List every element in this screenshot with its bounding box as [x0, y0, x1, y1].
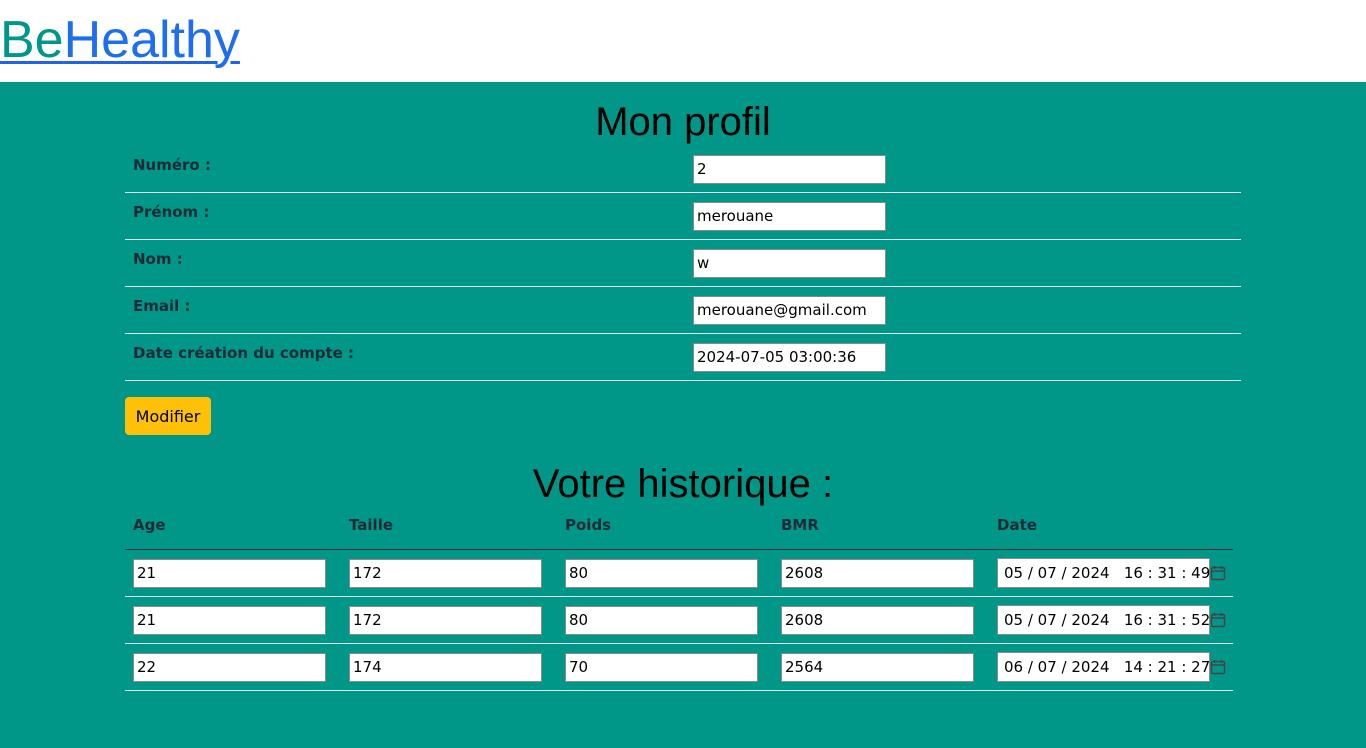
table-row: 05 / 07 / 2024 16 : 31 : 49 — [125, 549, 1233, 597]
logo-link[interactable]: BeHealthy — [0, 8, 240, 72]
logo-text-healthy: Healthy — [63, 11, 240, 69]
date-value: 06 / 07 / 2024 14 : 21 : 27 — [1004, 658, 1211, 676]
bmr-input[interactable] — [781, 652, 974, 682]
profile-row-date-creation: Date création du compte : — [125, 333, 1241, 381]
header: BeHealthy — [0, 0, 1366, 82]
email-input[interactable] — [693, 295, 886, 325]
main-content: Mon profil Numéro : Prénom : Nom : Email… — [0, 82, 1366, 748]
date-creation-input[interactable] — [693, 342, 886, 372]
history-title: Votre historique : — [532, 462, 834, 506]
date-input[interactable]: 05 / 07 / 2024 16 : 31 : 49 — [997, 558, 1226, 588]
taille-input[interactable] — [349, 558, 542, 588]
profile-container: Numéro : Prénom : Nom : Email : Date cré… — [125, 146, 1241, 435]
history-header-row: Age Taille Poids BMR Date — [125, 513, 1233, 550]
taille-input[interactable] — [349, 652, 542, 682]
poids-input[interactable] — [565, 558, 758, 588]
age-input[interactable] — [133, 652, 326, 682]
bmr-input[interactable] — [781, 558, 974, 588]
col-poids: Poids — [557, 513, 773, 550]
table-row: 05 / 07 / 2024 16 : 31 : 52 — [125, 596, 1233, 644]
col-date: Date — [989, 513, 1233, 550]
history-container: Age Taille Poids BMR Date 05 / 07 / 2024… — [125, 513, 1241, 691]
logo-text-be: Be — [0, 11, 64, 69]
col-age: Age — [125, 513, 341, 550]
date-creation-label: Date création du compte : — [125, 333, 693, 381]
date-value: 05 / 07 / 2024 16 : 31 : 49 — [1004, 564, 1211, 582]
date-input[interactable]: 06 / 07 / 2024 14 : 21 : 27 — [997, 652, 1226, 682]
taille-input[interactable] — [349, 605, 542, 635]
date-value: 05 / 07 / 2024 16 : 31 : 52 — [1004, 611, 1211, 629]
col-bmr: BMR — [773, 513, 989, 550]
numero-label: Numéro : — [125, 146, 693, 193]
age-input[interactable] — [133, 605, 326, 635]
calendar-icon[interactable] — [1210, 659, 1226, 675]
calendar-icon[interactable] — [1210, 612, 1226, 628]
profile-table: Numéro : Prénom : Nom : Email : Date cré… — [125, 146, 1241, 381]
calendar-icon[interactable] — [1210, 565, 1226, 581]
email-label: Email : — [125, 286, 693, 334]
col-taille: Taille — [341, 513, 557, 550]
poids-input[interactable] — [565, 652, 758, 682]
date-input[interactable]: 05 / 07 / 2024 16 : 31 : 52 — [997, 605, 1226, 635]
table-row: 06 / 07 / 2024 14 : 21 : 27 — [125, 643, 1233, 691]
profile-row-nom: Nom : — [125, 239, 1241, 287]
age-input[interactable] — [133, 558, 326, 588]
numero-input[interactable] — [693, 154, 886, 184]
modify-button[interactable]: Modifier — [125, 397, 211, 435]
prenom-label: Prénom : — [125, 192, 693, 240]
poids-input[interactable] — [565, 605, 758, 635]
profile-row-email: Email : — [125, 286, 1241, 334]
nom-input[interactable] — [693, 248, 886, 278]
profile-row-prenom: Prénom : — [125, 192, 1241, 240]
prenom-input[interactable] — [693, 201, 886, 231]
nom-label: Nom : — [125, 239, 693, 287]
bmr-input[interactable] — [781, 605, 974, 635]
profile-row-numero: Numéro : — [125, 146, 1241, 193]
history-table: Age Taille Poids BMR Date 05 / 07 / 2024… — [125, 513, 1233, 691]
profile-title: Mon profil — [595, 100, 771, 144]
